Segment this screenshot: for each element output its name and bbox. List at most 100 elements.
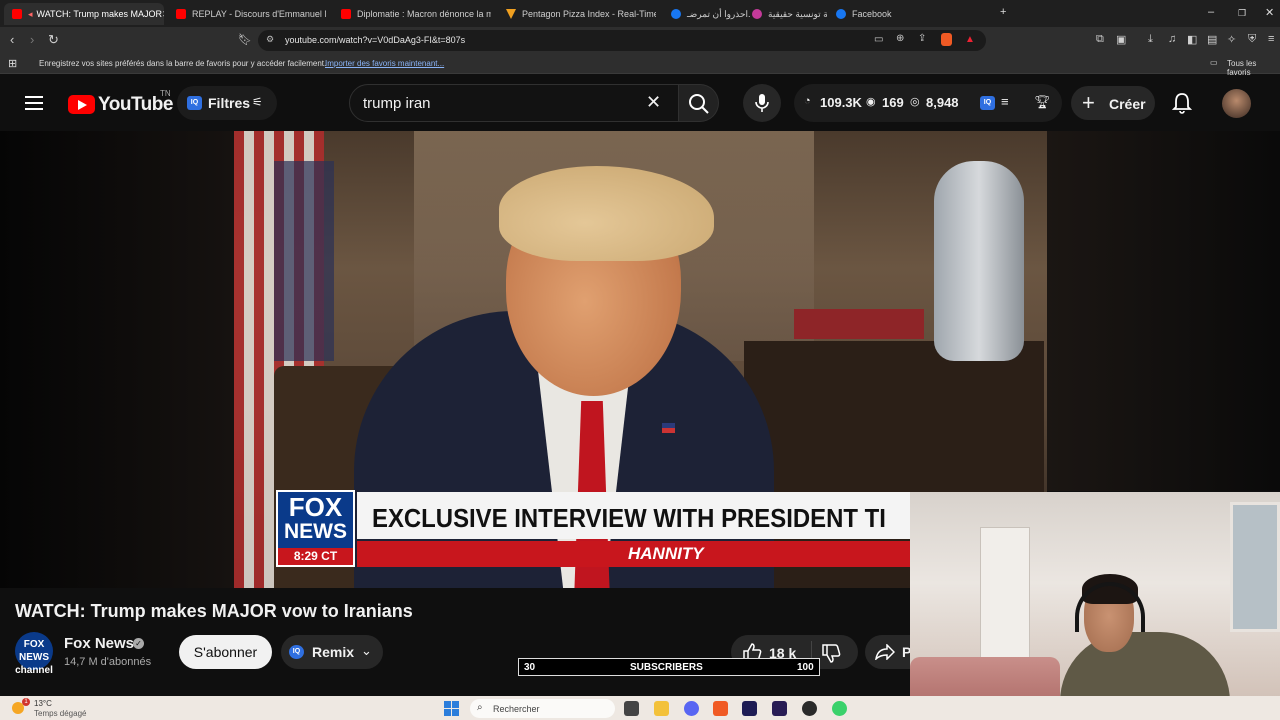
webcam-scene-window (1230, 502, 1280, 632)
folder-icon: ▭ (1210, 58, 1218, 67)
new-tab-icon[interactable]: + (1000, 6, 1006, 18)
weather-temp[interactable]: 13°C (34, 699, 52, 708)
search-icon: ⌕ (477, 702, 483, 713)
dislike-button-icon[interactable] (821, 644, 841, 663)
brave-icon[interactable] (713, 701, 728, 716)
vpn-icon[interactable]: ⛨ (1248, 33, 1256, 46)
filters-label: Filtres (208, 95, 251, 111)
player-background-right (1047, 131, 1280, 491)
remix-button[interactable]: IQ Remix ⌄ (281, 635, 383, 669)
avatar[interactable] (1222, 89, 1251, 118)
search-input[interactable]: trump iran ✕ (349, 84, 679, 122)
music-icon[interactable]: ♫ (1168, 33, 1176, 45)
reload-icon[interactable]: ↻ (48, 32, 59, 48)
extensions-icon[interactable]: ⧉ (1096, 33, 1104, 46)
extension-stats-pill[interactable]: ◔ 109.3K ◉ 169 ◎ 8,948 IQ ≡ 🏆︎ (794, 84, 1062, 122)
lower-third-show: HANNITY (628, 544, 704, 563)
hamburger-menu-icon[interactable] (25, 92, 43, 114)
zoom-icon[interactable]: ⊕ (896, 33, 904, 44)
iq-logo-icon[interactable]: IQ (980, 96, 995, 110)
iq-logo-icon: IQ (289, 645, 304, 659)
windows-taskbar: 1 13°C Temps dégagé (0, 696, 1280, 720)
windows-start-icon[interactable] (444, 701, 459, 716)
tab-active[interactable]: ◂ WATCH: Trump makes MAJOR ✕ (4, 3, 164, 25)
audio-icon: ◂ (28, 8, 33, 19)
channel-name[interactable]: Fox News (64, 635, 134, 652)
tab-replay[interactable]: REPLAY - Discours d'Emmanuel Macr (176, 3, 326, 25)
tab-label: Facebook (852, 9, 892, 19)
browser-tab-strip: ◂ WATCH: Trump makes MAJOR ✕ REPLAY - Di… (0, 0, 1280, 27)
facebook-favicon-icon (671, 9, 681, 19)
queue-icon[interactable]: ≡ (1001, 94, 1009, 109)
channel-avatar[interactable]: FOX NEWS channel (15, 632, 53, 676)
verified-check-icon: ✓ (133, 638, 144, 649)
subscribe-button[interactable]: S'abonner (179, 635, 272, 669)
player-background-left (0, 131, 234, 588)
create-button[interactable]: + Créer (1071, 86, 1155, 120)
bookmark-icon[interactable]: 🔖︎ (238, 33, 252, 46)
after-effects-icon[interactable] (772, 701, 787, 716)
views-icon: ◔ (804, 95, 811, 107)
search-button[interactable] (679, 84, 719, 122)
close-tab-icon[interactable]: ✕ (162, 9, 164, 20)
brave-rewards-icon[interactable]: ▲ (965, 34, 975, 45)
iq-logo-icon: IQ (187, 96, 202, 110)
close-window-icon[interactable]: ✕ (1265, 6, 1274, 19)
menu-icon[interactable]: ≡ (1268, 33, 1274, 45)
sidebar-icon[interactable]: ◧ (1187, 33, 1197, 46)
tab-arabic-2[interactable]: قصة تونسية حقيقية (752, 3, 827, 25)
share-icon[interactable]: ⇪ (918, 33, 926, 44)
cast-icon[interactable]: ▭ (874, 34, 883, 45)
back-icon[interactable]: ‹ (10, 32, 14, 47)
url-text: youtube.com/watch?v=V0dDaAg3-FI&t=807s (285, 35, 466, 45)
facebook-favicon-icon (836, 9, 846, 19)
subscriber-goal-widget: 30 SUBSCRIBERS 100 (518, 658, 820, 676)
pizza-favicon-icon (506, 9, 516, 19)
task-view-icon[interactable] (624, 701, 639, 716)
messaging-app-icon[interactable] (832, 701, 847, 716)
wallet-2-icon[interactable]: ▤ (1207, 33, 1217, 46)
obs-icon[interactable] (802, 701, 817, 716)
youtube-favicon-icon (341, 9, 351, 19)
bookmarks-bar: ⊞ Enregistrez vos sites préférés dans la… (0, 54, 1280, 77)
taskbar-search-placeholder: Rechercher (493, 704, 540, 714)
search-query: trump iran (363, 95, 431, 112)
video-scene-red-box (794, 309, 924, 339)
maximize-icon[interactable]: ❐ (1238, 8, 1246, 19)
youtube-logo-icon[interactable] (68, 95, 95, 114)
address-bar[interactable]: ⚙ youtube.com/watch?v=V0dDaAg3-FI&t=807s… (258, 30, 986, 51)
tab-diplomatie[interactable]: Diplomatie : Macron dénonce la mét (341, 3, 491, 25)
goal-label: SUBSCRIBERS (630, 662, 703, 673)
all-bookmarks-link[interactable]: Tous les favoris (1227, 59, 1280, 77)
site-info-icon[interactable]: ⚙ (266, 34, 274, 45)
taskbar-search-box[interactable]: ⌕ Rechercher (470, 699, 615, 718)
file-explorer-icon[interactable] (654, 701, 669, 716)
chevron-down-icon: ⌄ (361, 643, 372, 658)
tab-facebook[interactable]: Facebook (836, 3, 916, 25)
subscriber-count: 14,7 M d'abonnés (64, 656, 152, 668)
download-icon[interactable]: ⤓ (1148, 33, 1153, 46)
wallet-icon[interactable]: ▣ (1116, 33, 1126, 46)
filters-button[interactable]: IQ Filtres ⚟ (177, 86, 277, 120)
tab-pentagon-pizza[interactable]: Pentagon Pizza Index - Real-Time Mi (506, 3, 656, 25)
weather-desc[interactable]: Temps dégagé (34, 709, 86, 718)
clear-search-icon[interactable]: ✕ (646, 92, 661, 113)
apps-grid-icon[interactable]: ⊞ (8, 57, 17, 70)
lower-third-headline: EXCLUSIVE INTERVIEW WITH PRESIDENT TI (372, 503, 886, 533)
minimize-icon[interactable]: – (1208, 6, 1214, 18)
bookmarks-prompt: Enregistrez vos sites préférés dans la b… (39, 59, 327, 68)
import-bookmarks-link[interactable]: Importer des favoris maintenant... (325, 59, 444, 68)
create-label: Créer (1109, 96, 1146, 112)
leo-ai-icon[interactable]: ✧ (1227, 33, 1236, 46)
discord-icon[interactable] (684, 701, 699, 716)
tab-arabic-1[interactable]: احذروا أن تمرضـ... (671, 3, 751, 25)
webcam-scene-door (980, 527, 1030, 667)
voice-search-button[interactable] (743, 84, 781, 122)
trophy-icon[interactable]: 🏆︎ (1034, 94, 1051, 110)
goal-start: 30 (524, 662, 536, 673)
brave-shields-icon[interactable] (941, 33, 952, 46)
notifications-bell-icon[interactable] (1172, 92, 1192, 114)
premiere-pro-icon[interactable] (742, 701, 757, 716)
forward-icon[interactable]: › (30, 32, 34, 47)
viewers-count: 169 (882, 95, 904, 110)
